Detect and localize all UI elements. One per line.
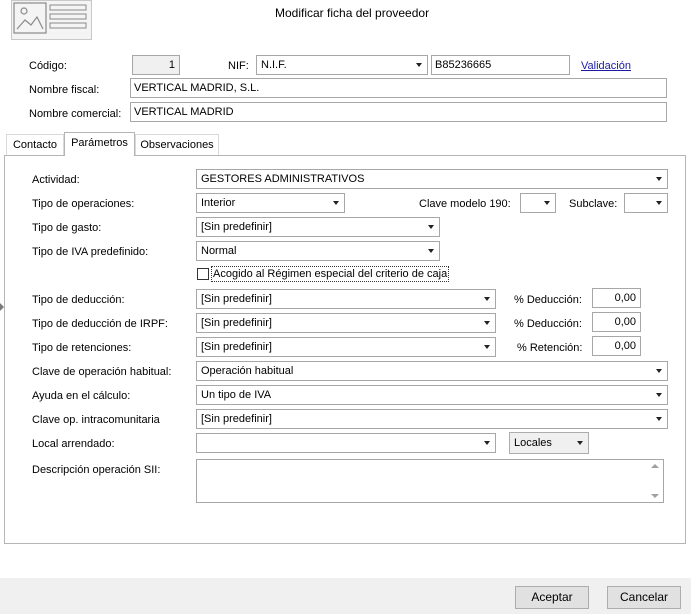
clave190-select[interactable] xyxy=(520,193,556,213)
chevron-down-icon xyxy=(479,338,495,356)
tipo-deduccion-label: Tipo de deducción: xyxy=(32,294,125,306)
accept-button[interactable]: Aceptar xyxy=(515,586,589,609)
descripcion-sii-label: Descripción operación SII: xyxy=(32,464,161,476)
chevron-down-icon xyxy=(651,410,667,428)
subclave-label: Subclave: xyxy=(569,198,618,210)
chevron-down-icon xyxy=(539,194,555,212)
tipo-iva-label: Tipo de IVA predefinido: xyxy=(32,246,149,258)
chevron-down-icon xyxy=(651,170,667,188)
pct-retencion-label: % Retención: xyxy=(517,342,583,354)
clave-intracom-label: Clave op. intracomunitaria xyxy=(32,414,160,426)
tipo-operaciones-select[interactable]: Interior xyxy=(196,193,345,213)
nif-field[interactable]: B85236665 xyxy=(431,55,570,75)
descripcion-sii-textarea[interactable] xyxy=(196,459,664,503)
cancel-button[interactable]: Cancelar xyxy=(607,586,681,609)
nif-label: NIF: xyxy=(228,60,249,72)
tipo-retenciones-select[interactable]: [Sin predefinir] xyxy=(196,337,496,357)
pct-retencion-field[interactable]: 0,00 xyxy=(592,336,641,356)
pct-deduccion-field[interactable]: 0,00 xyxy=(592,288,641,308)
tab-parametros[interactable]: Parámetros xyxy=(64,132,135,156)
tipo-gasto-label: Tipo de gasto: xyxy=(32,222,102,234)
scroll-up-icon[interactable] xyxy=(651,464,659,468)
tipo-deduccion-irpf-select[interactable]: [Sin predefinir] xyxy=(196,313,496,333)
nombre-fiscal-label: Nombre fiscal: xyxy=(29,84,100,96)
nombre-comercial-field[interactable]: VERTICAL MADRID xyxy=(130,102,667,122)
clave-operacion-select[interactable]: Operación habitual xyxy=(196,361,668,381)
tipo-deduccion-irpf-label: Tipo de deducción de IRPF: xyxy=(32,318,168,330)
nombre-comercial-label: Nombre comercial: xyxy=(29,108,122,120)
chevron-down-icon xyxy=(572,433,588,453)
acogido-checkbox[interactable] xyxy=(197,268,209,280)
window-title: Modificar ficha del proveedor xyxy=(275,6,430,20)
tipo-deduccion-select[interactable]: [Sin predefinir] xyxy=(196,289,496,309)
pct-deduccion-label: % Deducción: xyxy=(514,294,582,306)
actividad-label: Actividad: xyxy=(32,174,80,186)
splitter-arrow-icon[interactable] xyxy=(0,303,4,311)
pct-deduccion-irpf-label: % Deducción: xyxy=(514,318,582,330)
tipo-operaciones-label: Tipo de operaciones: xyxy=(32,198,135,210)
chevron-down-icon xyxy=(328,194,344,212)
chevron-down-icon xyxy=(651,194,667,212)
locales-button[interactable]: Locales xyxy=(509,432,589,454)
codigo-field[interactable]: 1 xyxy=(132,55,180,75)
validacion-link[interactable]: Validación xyxy=(581,59,631,73)
tipo-iva-select[interactable]: Normal xyxy=(196,241,440,261)
ayuda-calculo-select[interactable]: Un tipo de IVA xyxy=(196,385,668,405)
clave190-label: Clave modelo 190: xyxy=(419,198,511,210)
codigo-label: Código: xyxy=(29,60,67,72)
chevron-down-icon xyxy=(479,434,495,452)
actividad-select[interactable]: GESTORES ADMINISTRATIVOS xyxy=(196,169,668,189)
chevron-down-icon xyxy=(479,314,495,332)
tipo-gasto-select[interactable]: [Sin predefinir] xyxy=(196,217,440,237)
chevron-down-icon xyxy=(479,290,495,308)
chevron-down-icon xyxy=(651,386,667,404)
tab-observaciones[interactable]: Observaciones xyxy=(135,134,219,155)
local-arrendado-select[interactable] xyxy=(196,433,496,453)
clave-operacion-label: Clave de operación habitual: xyxy=(32,366,172,378)
chevron-down-icon xyxy=(423,242,439,260)
supplier-card-icon xyxy=(11,0,92,40)
subclave-select[interactable] xyxy=(624,193,668,213)
tipo-retenciones-label: Tipo de retenciones: xyxy=(32,342,132,354)
nombre-fiscal-field[interactable]: VERTICAL MADRID, S.L. xyxy=(130,78,667,98)
chevron-down-icon xyxy=(411,56,427,74)
tab-contacto[interactable]: Contacto xyxy=(6,134,64,155)
clave-intracom-select[interactable]: [Sin predefinir] xyxy=(196,409,668,429)
scroll-down-icon[interactable] xyxy=(651,494,659,498)
chevron-down-icon xyxy=(651,362,667,380)
nif-type-select[interactable]: N.I.F. xyxy=(256,55,428,75)
acogido-label[interactable]: Acogido al Régimen especial del criterio… xyxy=(211,266,450,282)
local-arrendado-label: Local arrendado: xyxy=(32,438,115,450)
chevron-down-icon xyxy=(423,218,439,236)
ayuda-calculo-label: Ayuda en el cálculo: xyxy=(32,390,131,402)
pct-deduccion-irpf-field[interactable]: 0,00 xyxy=(592,312,641,332)
